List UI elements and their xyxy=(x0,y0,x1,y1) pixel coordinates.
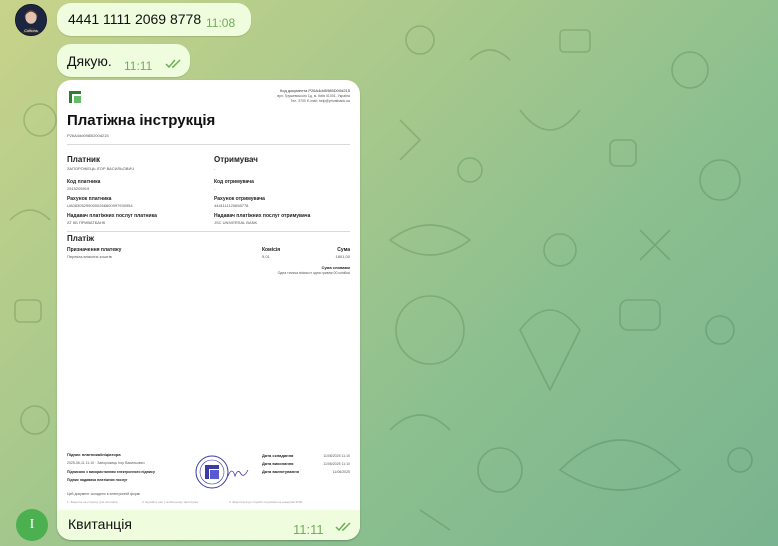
payer-code: 2515205919 xyxy=(67,186,90,191)
recipient-code: - xyxy=(214,186,216,191)
message-time: 11:11 xyxy=(293,522,324,537)
recipient-account-label: Рахунок отримувача xyxy=(214,196,265,202)
date-created-label: Дата складання xyxy=(262,453,294,458)
message-thanks[interactable]: Дякую. 11:11 xyxy=(57,44,190,77)
signature-scribble-icon xyxy=(227,469,249,478)
doc-title: Платіжна інструкція xyxy=(67,112,216,129)
purpose-value: Переказ власних коштів xyxy=(67,254,112,259)
doc-contact: Тел. 3700 E-mail: help@privatbank.ua xyxy=(290,99,350,103)
recipient-code-label: Код отримувача xyxy=(214,179,254,185)
value-date: 11/06/2025 xyxy=(332,470,350,474)
message-text: 4441 1111 2069 8778 xyxy=(68,11,202,27)
payer-heading: Платник xyxy=(67,155,100,164)
amount-words-label: Сума словами xyxy=(321,265,350,270)
user-avatar[interactable]: I xyxy=(16,509,48,541)
payer-account-label: Рахунок платника xyxy=(67,196,112,202)
message-card-number[interactable]: 4441 1111 2069 8778 11:08 xyxy=(57,3,251,36)
doc-footer-c: 3. Зверніться до служби підтримки за ном… xyxy=(229,500,303,504)
fee-value: 9,01 xyxy=(262,254,270,259)
avatar-letter: I xyxy=(29,517,35,532)
payer-account: UA083052990000266600997930954 xyxy=(67,203,133,208)
recipient-heading: Отримувач xyxy=(214,155,258,164)
doc-footer-b: 2. Шукайте нас у мобільному застосунку xyxy=(142,500,199,504)
privatbank-logo-icon xyxy=(68,90,82,104)
message-time: 11:11 xyxy=(124,59,153,73)
recipient-bank-label: Надавач платіжних послуг отримувача xyxy=(214,213,311,219)
read-checks-icon xyxy=(335,522,351,532)
contact-avatar[interactable]: Cottons xyxy=(15,4,47,36)
amount-value: 1801,00 xyxy=(335,254,350,259)
signed-note: Підписано з використанням електронного п… xyxy=(67,470,155,474)
amount-label: Сума xyxy=(337,247,350,253)
payer-code-label: Код платника xyxy=(67,179,101,185)
payer-bank-label: Надавач платіжних послуг платника xyxy=(67,213,157,219)
read-checks-icon xyxy=(165,59,181,69)
doc-address: вул. Грушевського 1д, м. Київ 01001, Укр… xyxy=(277,94,350,98)
bank-stamp-icon xyxy=(195,455,229,489)
doc-code: Код документа P26A4dd0985D00d215 xyxy=(279,88,350,93)
divider xyxy=(67,144,350,145)
divider xyxy=(67,231,350,232)
date-executed-label: Дата виконання xyxy=(262,461,294,466)
date-executed: 11/06/2025 11:10 xyxy=(323,462,350,466)
signature-label: Підпис платника/ініціатора xyxy=(67,452,121,457)
message-receipt-caption[interactable]: Квитанція 11:11 xyxy=(57,510,360,540)
message-text: Дякую. xyxy=(67,53,112,69)
value-date-label: Дата валютування xyxy=(262,469,299,474)
bank-signature-note: Підпис надавача платіжних послуг xyxy=(67,478,128,482)
recipient-name: - xyxy=(214,166,216,171)
signer: 2025-06-11 11:10 · Запорожець Ігор Васил… xyxy=(67,461,145,465)
doc-footer-a: 1. Зверніть на сторону для контактів xyxy=(67,500,118,504)
payer-bank: АТ КБ ПРИВАТБАНК xyxy=(67,220,106,225)
payer-name: ЗАПОРОЖЕЦЬ ІГОР ВАСИЛЬОВИЧ xyxy=(67,166,134,171)
doc-reference: P26A4dd0985D00d215 xyxy=(67,133,109,138)
doc-footer-note: Цей документ складено в електронній форм… xyxy=(67,492,140,496)
recipient-bank: JSC UNIVERSAL BANK xyxy=(214,220,258,225)
date-created: 11/06/2025 11:10 xyxy=(323,454,350,458)
payment-heading: Платіж xyxy=(67,234,95,243)
purpose-label: Призначення платежу xyxy=(67,247,122,253)
message-time: 11:08 xyxy=(206,16,236,30)
payment-receipt-image[interactable]: Код документа P26A4dd0985D00d215 вул. Гр… xyxy=(57,80,360,540)
fee-label: Комісія xyxy=(262,247,281,253)
recipient-account: 4441111120698778 xyxy=(214,203,249,208)
amount-words: Одна тисяча вісімсот одна гривня 00 копі… xyxy=(277,271,350,275)
message-text: Квитанція xyxy=(68,516,132,532)
avatar-caption: Cottons xyxy=(24,28,38,33)
